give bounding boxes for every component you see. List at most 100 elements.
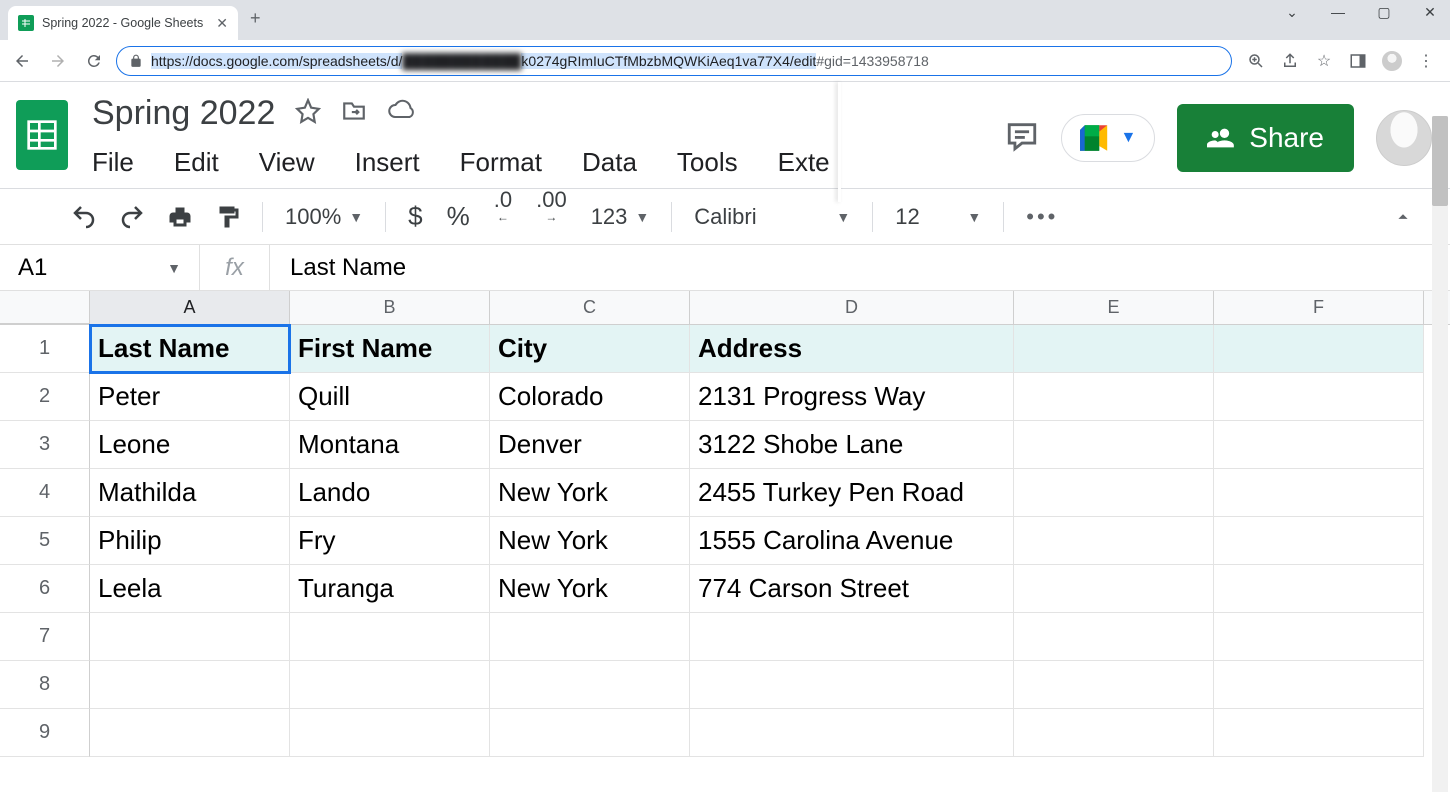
cell[interactable]: [1214, 613, 1424, 661]
zoom-icon[interactable]: [1246, 51, 1266, 71]
menu-file[interactable]: File: [92, 147, 134, 178]
cell[interactable]: Denver: [490, 421, 690, 469]
cell[interactable]: Leela: [90, 565, 290, 613]
cell[interactable]: Montana: [290, 421, 490, 469]
cell[interactable]: [1214, 661, 1424, 709]
new-tab-button[interactable]: +: [250, 8, 261, 33]
cell[interactable]: Colorado: [490, 373, 690, 421]
cell[interactable]: [1014, 613, 1214, 661]
window-close-icon[interactable]: ✕: [1416, 4, 1444, 21]
cell[interactable]: Address: [690, 325, 1014, 373]
bookmark-icon[interactable]: ☆: [1314, 51, 1334, 71]
font-size-select[interactable]: 12▼: [883, 189, 993, 244]
col-header-e[interactable]: E: [1014, 291, 1214, 324]
cell[interactable]: [1214, 469, 1424, 517]
col-header-d[interactable]: D: [690, 291, 1014, 324]
row-header[interactable]: 7: [0, 613, 90, 661]
cell[interactable]: [690, 613, 1014, 661]
font-select[interactable]: Calibri▼: [682, 189, 862, 244]
cell[interactable]: [490, 661, 690, 709]
cell[interactable]: New York: [490, 469, 690, 517]
cell[interactable]: 3122 Shobe Lane: [690, 421, 1014, 469]
cell[interactable]: [1014, 325, 1214, 373]
more-formats-button[interactable]: 123▼: [579, 189, 662, 244]
meet-button[interactable]: ▼: [1061, 114, 1155, 162]
decrease-decimal-button[interactable]: .0←: [482, 189, 524, 244]
cell[interactable]: Quill: [290, 373, 490, 421]
cell[interactable]: [1214, 709, 1424, 757]
comments-icon[interactable]: [1005, 119, 1039, 158]
menu-insert[interactable]: Insert: [355, 147, 420, 178]
cell[interactable]: [490, 613, 690, 661]
cell[interactable]: [290, 661, 490, 709]
row-header[interactable]: 3: [0, 421, 90, 469]
redo-button[interactable]: [108, 189, 156, 244]
side-panel-icon[interactable]: [1348, 51, 1368, 71]
cell[interactable]: Peter: [90, 373, 290, 421]
sheets-logo-icon[interactable]: [16, 100, 68, 170]
cell[interactable]: [690, 709, 1014, 757]
row-header[interactable]: 1: [0, 325, 90, 373]
cell[interactable]: [90, 709, 290, 757]
cell[interactable]: [90, 661, 290, 709]
cell[interactable]: [490, 709, 690, 757]
move-icon[interactable]: [341, 98, 367, 129]
cell[interactable]: New York: [490, 565, 690, 613]
cell[interactable]: [290, 709, 490, 757]
row-header[interactable]: 8: [0, 661, 90, 709]
collapse-toolbar-button[interactable]: [1380, 189, 1426, 244]
format-currency-button[interactable]: $: [396, 189, 434, 244]
cell[interactable]: Lando: [290, 469, 490, 517]
menu-tools[interactable]: Tools: [677, 147, 738, 178]
cell[interactable]: [1014, 421, 1214, 469]
cell[interactable]: [1214, 421, 1424, 469]
document-title[interactable]: Spring 2022: [92, 94, 275, 133]
cell[interactable]: 2455 Turkey Pen Road: [690, 469, 1014, 517]
cell[interactable]: New York: [490, 517, 690, 565]
menu-data[interactable]: Data: [582, 147, 637, 178]
row-header[interactable]: 4: [0, 469, 90, 517]
row-header[interactable]: 6: [0, 565, 90, 613]
cell[interactable]: [1214, 373, 1424, 421]
cell[interactable]: [1014, 661, 1214, 709]
formula-input[interactable]: Last Name: [270, 254, 406, 282]
paint-format-button[interactable]: [204, 189, 252, 244]
cell[interactable]: [690, 661, 1014, 709]
cell[interactable]: First Name: [290, 325, 490, 373]
window-minimize-icon[interactable]: ―: [1324, 4, 1352, 21]
menu-extensions[interactable]: Exte: [778, 147, 830, 178]
cell[interactable]: [1014, 373, 1214, 421]
chrome-profile-avatar[interactable]: [1382, 51, 1402, 71]
chrome-menu-icon[interactable]: ⋮: [1416, 51, 1436, 71]
nav-back-button[interactable]: [8, 47, 36, 75]
share-url-icon[interactable]: [1280, 51, 1300, 71]
cell[interactable]: [290, 613, 490, 661]
window-maximize-icon[interactable]: ▢: [1370, 4, 1398, 21]
undo-button[interactable]: [60, 189, 108, 244]
cell[interactable]: Philip: [90, 517, 290, 565]
cell[interactable]: Leone: [90, 421, 290, 469]
menu-view[interactable]: View: [259, 147, 315, 178]
cell[interactable]: Fry: [290, 517, 490, 565]
window-dropdown-icon[interactable]: ⌄: [1278, 4, 1306, 21]
url-input[interactable]: https://docs.google.com/spreadsheets/d/█…: [116, 46, 1232, 76]
row-header[interactable]: 2: [0, 373, 90, 421]
format-percent-button[interactable]: %: [435, 189, 482, 244]
col-header-f[interactable]: F: [1214, 291, 1424, 324]
cell[interactable]: [1214, 565, 1424, 613]
col-header-b[interactable]: B: [290, 291, 490, 324]
cloud-status-icon[interactable]: [387, 99, 417, 128]
cell[interactable]: [1214, 517, 1424, 565]
menu-edit[interactable]: Edit: [174, 147, 219, 178]
row-header[interactable]: 9: [0, 709, 90, 757]
menu-format[interactable]: Format: [460, 147, 542, 178]
toolbar-overflow-button[interactable]: •••: [1014, 189, 1070, 244]
cell[interactable]: Last Name: [90, 325, 290, 373]
cell[interactable]: Mathilda: [90, 469, 290, 517]
cell[interactable]: [1014, 517, 1214, 565]
star-icon[interactable]: [295, 98, 321, 129]
cell[interactable]: 1555 Carolina Avenue: [690, 517, 1014, 565]
print-button[interactable]: [156, 189, 204, 244]
nav-reload-button[interactable]: [80, 47, 108, 75]
share-button[interactable]: Share: [1177, 104, 1354, 172]
